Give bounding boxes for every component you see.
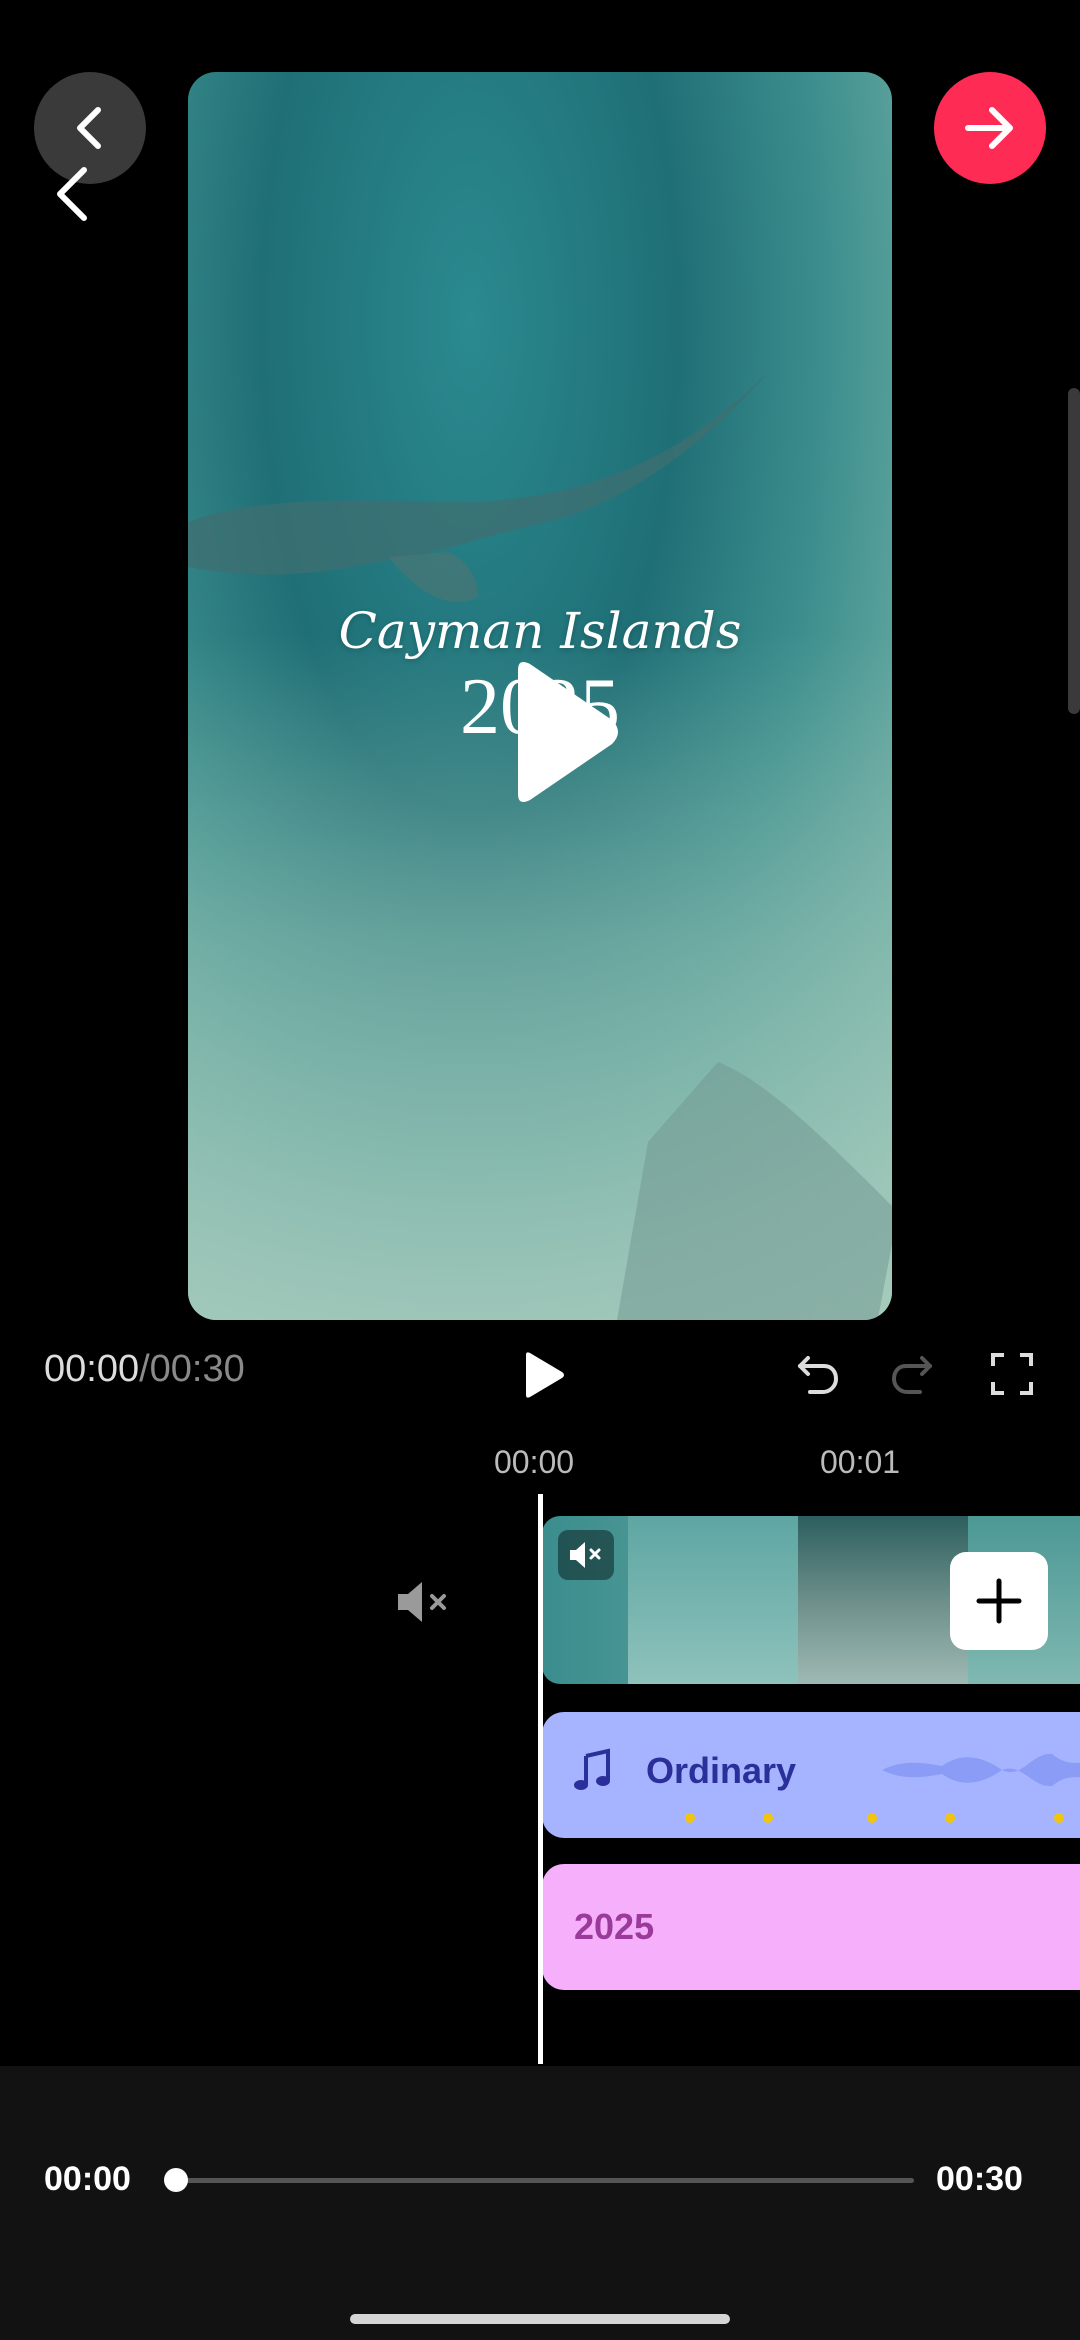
current-time: 00:00 xyxy=(44,1348,140,1390)
undo-icon[interactable] xyxy=(794,1350,842,1398)
music-track[interactable]: Ordinary xyxy=(542,1712,1080,1838)
text-track[interactable]: 2025 xyxy=(542,1864,1080,1990)
music-title: Ordinary xyxy=(646,1750,797,1791)
redo-icon[interactable] xyxy=(888,1350,936,1398)
scroll-handle[interactable] xyxy=(1068,388,1080,714)
audio-waveform xyxy=(882,1753,1080,1787)
chevron-left-icon xyxy=(77,107,101,149)
scrubber-knob[interactable] xyxy=(164,2168,188,2192)
stingray-image xyxy=(617,1062,892,1320)
add-clip-button[interactable] xyxy=(950,1552,1048,1650)
playhead[interactable] xyxy=(538,1494,543,2064)
time-separator: / xyxy=(139,1348,150,1390)
beat-marker xyxy=(1054,1813,1064,1823)
chevron-left-icon[interactable] xyxy=(48,164,96,224)
text-clip-label: 2025 xyxy=(574,1906,655,1947)
music-note-icon xyxy=(574,1748,610,1790)
mute-icon[interactable] xyxy=(394,1576,450,1628)
home-indicator[interactable] xyxy=(350,2314,730,2324)
time-readout: 00:00/00:30 xyxy=(44,1348,245,1391)
scrubber-end-time: 00:30 xyxy=(936,2160,1023,2198)
beat-marker xyxy=(763,1813,773,1823)
mute-icon xyxy=(570,1542,601,1568)
clip-mute-button[interactable] xyxy=(558,1530,614,1580)
next-button[interactable] xyxy=(934,72,1046,184)
ruler-tick: 00:00 xyxy=(494,1444,575,1480)
video-preview[interactable]: Cayman Islands 2025 xyxy=(188,72,892,1320)
scrubber-track[interactable] xyxy=(174,2178,914,2183)
ruler-tick: 00:01 xyxy=(820,1444,901,1480)
clip-thumbnail xyxy=(628,1516,800,1684)
total-time: 00:30 xyxy=(149,1348,245,1390)
clip-thumbnail xyxy=(798,1516,970,1684)
fullscreen-icon[interactable] xyxy=(990,1352,1034,1396)
beat-marker xyxy=(945,1813,955,1823)
arrow-right-icon xyxy=(965,107,1013,149)
beat-marker xyxy=(867,1813,877,1823)
play-icon[interactable] xyxy=(520,1349,566,1401)
scrubber-start-time: 00:00 xyxy=(44,2160,131,2198)
play-icon[interactable] xyxy=(488,652,628,812)
plus-icon xyxy=(976,1578,1022,1624)
beat-marker xyxy=(685,1813,695,1823)
scrubber-panel xyxy=(0,2066,1080,2340)
